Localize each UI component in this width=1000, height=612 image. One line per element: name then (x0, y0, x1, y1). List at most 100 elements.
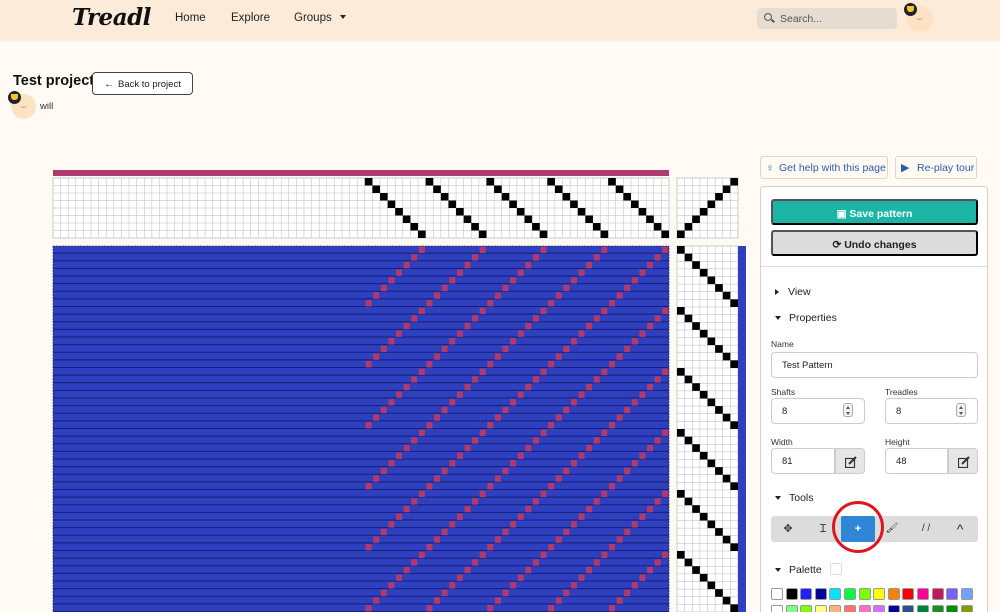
shafts-stepper[interactable] (843, 403, 853, 417)
warp-float-cell (601, 490, 608, 498)
palette-swatch[interactable] (814, 588, 827, 600)
warp-float-cell (639, 513, 646, 520)
replay-tour-box[interactable]: ▶ Re-play tour (895, 156, 977, 179)
warp-float-cell (586, 444, 593, 452)
help-link-box[interactable]: ♀ Get help with this page (760, 156, 888, 179)
replay-tour-link[interactable]: Re-play tour (917, 162, 974, 174)
palette-swatch[interactable] (902, 605, 915, 612)
palette-swatch[interactable] (814, 605, 827, 612)
palette-swatch[interactable] (960, 588, 973, 600)
treadling-cell (722, 535, 731, 544)
search-box[interactable] (757, 8, 897, 29)
treadl-logo[interactable]: Treadl (72, 4, 151, 31)
section-view[interactable]: View (775, 286, 811, 298)
warp-float-cell (403, 383, 410, 391)
palette-swatch[interactable] (829, 605, 842, 612)
point-draw-tool[interactable]: ^ (943, 516, 977, 542)
edit-width-button[interactable] (835, 448, 865, 474)
palette-swatch[interactable] (917, 605, 929, 612)
owner-avatar[interactable] (8, 91, 36, 119)
weaving-draft[interactable] (52, 170, 740, 612)
palette-swatch[interactable] (887, 588, 900, 600)
save-pattern-button[interactable]: ▣ Save pattern (771, 199, 978, 225)
treadling-cell (684, 314, 693, 323)
straight-draw-tool[interactable]: / / (909, 516, 943, 542)
back-to-project-button[interactable]: ← Back to project (92, 72, 193, 95)
palette-swatch[interactable] (873, 588, 886, 600)
name-input[interactable] (771, 352, 978, 378)
warp-float-cell (479, 246, 486, 254)
threading-cell (486, 178, 495, 186)
warp-float-cell (570, 582, 577, 589)
palette-swatch[interactable] (771, 605, 783, 612)
get-help-link[interactable]: Get help with this page (779, 162, 886, 174)
palette-swatch[interactable] (946, 605, 959, 612)
warp-float-cell (555, 536, 562, 543)
warp-float-cell (654, 254, 661, 261)
warp-float-cell (388, 338, 395, 345)
palette-swatch[interactable] (858, 588, 871, 600)
warp-float-cell (624, 345, 631, 353)
user-avatar[interactable] (904, 3, 933, 32)
warp-float-cell (502, 528, 509, 536)
trophy-icon (904, 3, 917, 16)
warp-float-cell (365, 543, 372, 551)
warp-float-cell (601, 368, 608, 376)
warp-float-cell (464, 383, 471, 391)
palette-swatch[interactable] (829, 588, 842, 600)
threading-cell (440, 193, 449, 201)
warp-float-cell (426, 482, 433, 490)
warp-float-cell (441, 528, 448, 536)
height-input[interactable] (885, 448, 948, 474)
warp-float-cell (510, 521, 517, 528)
warp-float-cell (396, 513, 403, 520)
threading-cell (570, 200, 578, 208)
section-palette[interactable]: Palette (775, 564, 822, 576)
palette-swatch[interactable] (887, 605, 900, 612)
warp-float-cell (601, 551, 608, 559)
weft-color-strip[interactable] (738, 246, 746, 612)
warp-float-cell (472, 498, 479, 505)
warp-float-cell (646, 322, 653, 330)
warp-float-cell (365, 360, 372, 368)
palette-swatch[interactable] (960, 605, 973, 612)
search-input[interactable] (780, 11, 890, 26)
treadling-cell (715, 467, 723, 475)
width-input[interactable] (771, 448, 835, 474)
edit-height-button[interactable] (948, 448, 978, 474)
undo-changes-button[interactable]: ⟳ Undo changes (771, 230, 978, 256)
warp-float-cell (540, 307, 547, 315)
section-tools[interactable]: Tools (775, 492, 814, 504)
palette-swatch[interactable] (931, 588, 944, 600)
palette-swatch[interactable] (931, 605, 944, 612)
warp-float-cell (472, 376, 479, 383)
treadles-stepper[interactable] (956, 403, 966, 417)
palette-swatch[interactable] (785, 588, 798, 600)
palette-swatch[interactable] (785, 605, 798, 612)
palette-selected-swatch[interactable] (830, 563, 842, 575)
warp-float-cell (456, 574, 463, 581)
nav-explore[interactable]: Explore (231, 12, 270, 24)
palette-swatch[interactable] (946, 588, 959, 600)
warp-float-cell (646, 383, 653, 391)
palette-swatch[interactable] (800, 605, 813, 612)
palette-swatch[interactable] (917, 588, 929, 600)
palette-swatch[interactable] (858, 605, 871, 612)
move-tool[interactable]: ✥ (771, 516, 805, 542)
threading-cell (372, 185, 381, 193)
warp-float-cell (525, 261, 532, 269)
palette-swatch[interactable] (844, 605, 856, 612)
warp-float-cell (487, 360, 494, 368)
warp-float-cell (426, 421, 433, 429)
nav-home[interactable]: Home (175, 12, 206, 24)
palette-swatch[interactable] (800, 588, 813, 600)
owner-name[interactable]: will (40, 101, 53, 112)
palette-swatch[interactable] (873, 605, 886, 612)
palette-swatch[interactable] (844, 588, 856, 600)
warp-float-cell (601, 429, 608, 437)
section-properties[interactable]: Properties (775, 312, 837, 324)
nav-groups[interactable]: Groups (294, 12, 346, 24)
warp-float-cell (578, 513, 585, 520)
palette-swatch[interactable] (902, 588, 915, 600)
palette-swatch[interactable] (771, 588, 783, 600)
